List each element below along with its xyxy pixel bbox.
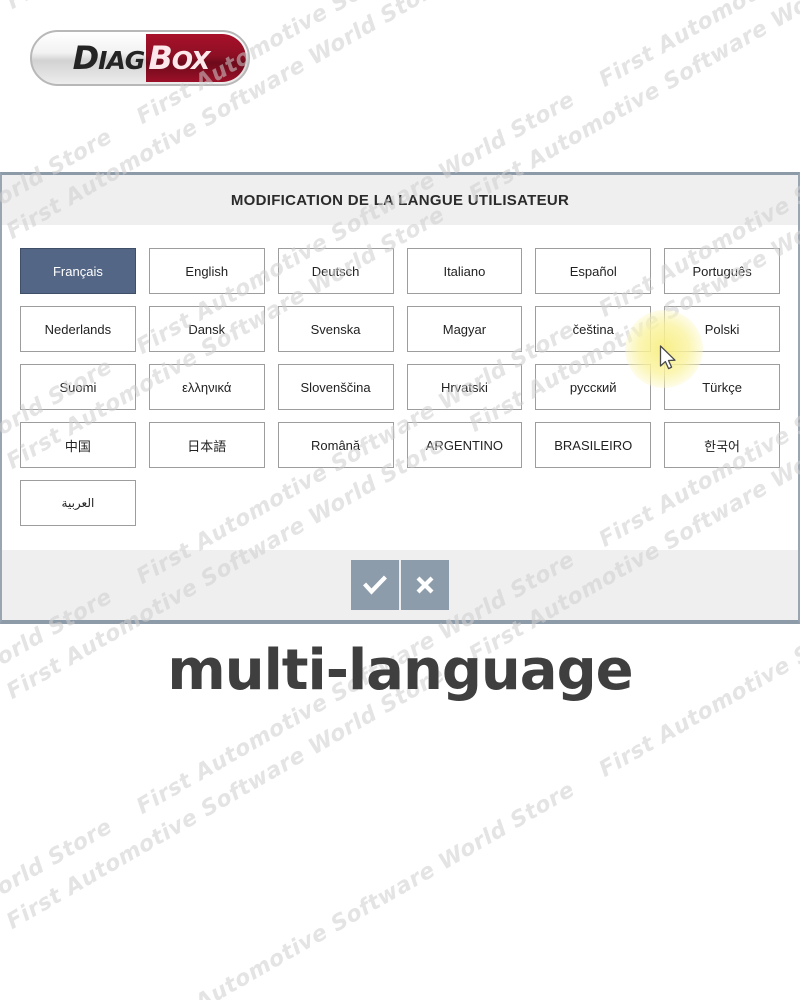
language-button[interactable]: ARGENTINO [406, 422, 523, 468]
confirm-button[interactable] [351, 560, 399, 610]
dialog-footer [2, 550, 798, 620]
logo-left-half: DIAG [32, 32, 146, 84]
language-button[interactable]: 日本語 [148, 422, 265, 468]
language-button[interactable]: Español [535, 248, 652, 294]
diagbox-logo: DIAG BOX [30, 30, 250, 86]
language-grid: Français English Deutsch Italiano Español Por… [2, 226, 798, 536]
dialog-title: MODIFICATION DE LA LANGUE UTILISATEUR [230, 191, 570, 209]
language-button[interactable]: Suomi [20, 364, 136, 410]
language-button[interactable]: Română [277, 422, 394, 468]
language-button[interactable]: 한국어 [664, 422, 780, 468]
language-button[interactable]: Hrvatski [406, 364, 523, 410]
language-button[interactable]: čeština [535, 306, 652, 352]
language-button[interactable]: Polski [664, 306, 780, 352]
language-button[interactable]: Svenska [277, 306, 394, 352]
caption-multi-language: multi-language [167, 638, 633, 703]
language-button[interactable]: Français [20, 248, 136, 294]
language-button[interactable]: Italiano [406, 248, 523, 294]
check-icon [362, 572, 388, 598]
logo-pill: DIAG BOX [30, 30, 250, 86]
logo-text-box: BOX [148, 39, 210, 77]
language-button[interactable]: English [148, 248, 265, 294]
cancel-button[interactable] [401, 560, 449, 610]
language-button[interactable]: Türkçe [664, 364, 780, 410]
logo-text-diag: DIAG [72, 39, 146, 77]
language-button[interactable]: Deutsch [277, 248, 394, 294]
language-button[interactable]: 中国 [20, 422, 136, 468]
language-button[interactable]: русский [535, 364, 652, 410]
language-button[interactable]: Português [664, 248, 780, 294]
logo-right-half: BOX [146, 34, 246, 82]
language-button[interactable]: Nederlands [20, 306, 136, 352]
dialog-header: MODIFICATION DE LA LANGUE UTILISATEUR [2, 175, 798, 226]
language-button[interactable]: Magyar [406, 306, 523, 352]
close-icon [413, 573, 437, 597]
language-button[interactable]: العربية [20, 480, 136, 526]
language-dialog: MODIFICATION DE LA LANGUE UTILISATEUR Fr… [0, 172, 800, 624]
language-button[interactable]: Dansk [148, 306, 265, 352]
language-button[interactable]: ελληνικά [148, 364, 265, 410]
language-button[interactable]: BRASILEIRO [535, 422, 652, 468]
language-button[interactable]: Slovenščina [277, 364, 394, 410]
